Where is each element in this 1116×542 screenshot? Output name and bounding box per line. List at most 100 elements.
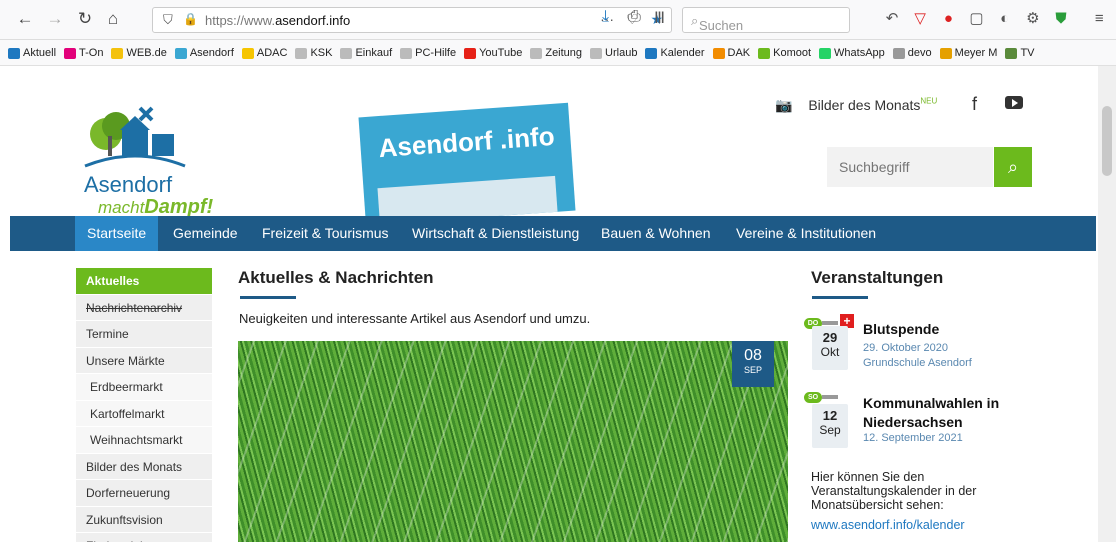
url-bar[interactable]: ⛉ 🔒 https://www.asendorf.info ··· ♡ ★ bbox=[152, 7, 672, 33]
event-date: 29. Oktober 2020 bbox=[863, 342, 949, 354]
sidebar-item-maerkte[interactable]: Unsere Märkte bbox=[76, 347, 212, 374]
lock-icon[interactable]: 🔒 bbox=[183, 12, 198, 26]
sidebar-item-kartoffelmarkt[interactable]: Kartoffelmarkt bbox=[76, 400, 212, 427]
bookmark-icon bbox=[712, 47, 725, 59]
sidebar-item-bilder[interactable]: Bilder des Monats bbox=[76, 453, 212, 480]
magazine-cover[interactable]: Asendorf .info bbox=[358, 102, 576, 226]
sidebar-item-aktuelles[interactable]: Aktuelles bbox=[76, 268, 212, 295]
bookmark-item[interactable]: devo bbox=[892, 40, 932, 65]
calendar-bar bbox=[822, 321, 838, 325]
bookmark-item[interactable]: Einkauf bbox=[340, 40, 392, 65]
article-date-badge: 08 SEP bbox=[732, 341, 774, 387]
bookmark-item[interactable]: Zeitung bbox=[530, 40, 582, 65]
bookmark-label: devo bbox=[907, 47, 932, 59]
privacy-shield-icon[interactable]: ⛊ bbox=[1049, 10, 1073, 27]
bookmark-label: Asendorf bbox=[189, 47, 234, 59]
nav-vereine[interactable]: Vereine & Institutionen bbox=[724, 216, 888, 251]
bookmark-icon bbox=[819, 47, 832, 59]
bookmark-item[interactable]: Aktuell bbox=[8, 40, 56, 65]
article-date-day: 08 bbox=[744, 347, 762, 364]
bookmarks-bar: Aktuell T-On WEB.de Asendorf ADAC KSK Einkauf P… bbox=[0, 40, 1116, 66]
shield-icon[interactable]: ⛉ bbox=[163, 12, 173, 28]
bookmark-icon bbox=[758, 47, 771, 59]
bookmark-item[interactable]: Kalender bbox=[645, 40, 705, 65]
download-icon[interactable]: ⤓ bbox=[602, 8, 609, 26]
adblock-icon[interactable]: ● bbox=[936, 10, 960, 27]
bookmark-item[interactable]: Urlaub bbox=[590, 40, 637, 65]
bookmark-item[interactable]: YouTube bbox=[464, 40, 522, 65]
bookmark-label: DAK bbox=[727, 47, 751, 59]
library-icon[interactable]: Ⅲ bbox=[654, 8, 665, 28]
facebook-icon[interactable]: f bbox=[972, 94, 977, 115]
bookmark-icon bbox=[64, 47, 77, 59]
reload-icon[interactable]: ↻ bbox=[74, 8, 96, 30]
search-icon: ⌕ bbox=[1007, 157, 1019, 177]
bookmark-item[interactable]: WEB.de bbox=[111, 40, 167, 65]
print-icon[interactable]: ⎙ bbox=[628, 8, 641, 26]
bookmark-item[interactable]: PC-Hilfe bbox=[400, 40, 457, 65]
nav-wirtschaft[interactable]: Wirtschaft & Dienstleistung bbox=[400, 216, 591, 251]
calendar-bar bbox=[822, 395, 838, 399]
bookmark-icon bbox=[400, 47, 413, 59]
nav-gemeinde[interactable]: Gemeinde bbox=[161, 216, 250, 251]
bookmark-icon bbox=[464, 47, 477, 59]
browser-search-box[interactable]: ⌕ Suchen bbox=[682, 7, 850, 33]
browser-search-placeholder: ⌕ Suchen bbox=[691, 13, 744, 33]
url-text[interactable]: https://www.asendorf.info bbox=[205, 13, 350, 28]
forward-icon[interactable]: → bbox=[44, 8, 66, 30]
bookmark-item[interactable]: Komoot bbox=[758, 40, 812, 65]
calendar-link[interactable]: www.asendorf.info/kalender bbox=[811, 518, 965, 532]
history-icon[interactable]: ↶ bbox=[880, 9, 904, 27]
bookmark-item[interactable]: T-On bbox=[64, 40, 103, 65]
bookmark-item[interactable]: ADAC bbox=[241, 40, 288, 65]
menu-icon[interactable]: ≡ bbox=[1087, 10, 1111, 27]
sidebar-item-nachrichtenarchiv[interactable]: Nachrichtenarchiv bbox=[76, 294, 212, 321]
bookmark-item[interactable]: Asendorf bbox=[174, 40, 234, 65]
bookmark-label: WEB.de bbox=[126, 47, 167, 59]
photos-of-month-link[interactable]: 📷 Bilder des MonatsNEU bbox=[775, 96, 937, 114]
events-underline bbox=[812, 296, 868, 299]
site-search-button[interactable]: ⌕ bbox=[994, 147, 1032, 187]
youtube-icon[interactable] bbox=[1005, 96, 1023, 109]
bookmark-label: Komoot bbox=[773, 47, 812, 59]
bookmark-item[interactable]: TV bbox=[1005, 40, 1035, 65]
settings-extension-icon[interactable]: ⚙ bbox=[1021, 9, 1045, 27]
nav-startseite[interactable]: Startseite bbox=[75, 216, 159, 251]
main-navigation: Startseite Gemeinde Freizeit & Tourismus… bbox=[10, 216, 1096, 251]
logo-title: Asendorf bbox=[84, 172, 173, 197]
sidebar-item-flurbereinigung[interactable]: Flurbereinigung bbox=[76, 533, 212, 542]
sidebar-item-termine[interactable]: Termine bbox=[76, 321, 212, 348]
bookmark-label: ADAC bbox=[256, 47, 288, 59]
event-month: Sep bbox=[819, 423, 841, 437]
ublock-icon[interactable]: ▽ bbox=[908, 9, 932, 27]
bookmark-item[interactable]: KSK bbox=[295, 40, 332, 65]
bookmark-icon bbox=[295, 47, 308, 59]
bookmark-label: PC-Hilfe bbox=[415, 47, 457, 59]
sidebar-item-erdbeermarkt[interactable]: Erdbeermarkt bbox=[76, 374, 212, 401]
sidebar-item-weihnachtsmarkt[interactable]: Weihnachtsmarkt bbox=[76, 427, 212, 454]
event-day: 12 bbox=[822, 408, 838, 423]
article-image[interactable] bbox=[238, 341, 788, 542]
page-scrollbar[interactable] bbox=[1098, 66, 1116, 542]
nav-freizeit[interactable]: Freizeit & Tourismus bbox=[250, 216, 401, 251]
sidebar-item-zukunftsvision[interactable]: Zukunftsvision bbox=[76, 506, 212, 533]
sidebar-icon[interactable]: ▢ bbox=[965, 9, 989, 27]
site-logo[interactable]: Asendorf machtDampf! bbox=[80, 96, 230, 218]
weekday-pill: SO bbox=[804, 392, 822, 403]
event-name[interactable]: Kommunalwahlen in Niedersachsen bbox=[863, 394, 1053, 432]
bookmark-item[interactable]: DAK bbox=[712, 40, 751, 65]
back-icon[interactable]: ← bbox=[14, 8, 36, 30]
nav-bauen[interactable]: Bauen & Wohnen bbox=[589, 216, 723, 251]
sidebar-item-dorferneuerung[interactable]: Dorferneuerung bbox=[76, 480, 212, 507]
site-search-input[interactable] bbox=[827, 147, 987, 187]
bookmark-item[interactable]: Meyer M bbox=[939, 40, 997, 65]
bookmark-icon bbox=[645, 47, 658, 59]
site-search-field[interactable] bbox=[827, 147, 993, 187]
bookmark-icon bbox=[1005, 47, 1018, 59]
bookmark-item[interactable]: WhatsApp bbox=[819, 40, 885, 65]
scroll-thumb[interactable] bbox=[1102, 106, 1112, 176]
extension-icon[interactable]: ◐ bbox=[993, 10, 1017, 27]
home-icon[interactable]: ⌂ bbox=[102, 8, 124, 30]
event-name[interactable]: Blutspende bbox=[863, 320, 1053, 339]
calendar-icon: 29 Okt bbox=[812, 326, 848, 370]
